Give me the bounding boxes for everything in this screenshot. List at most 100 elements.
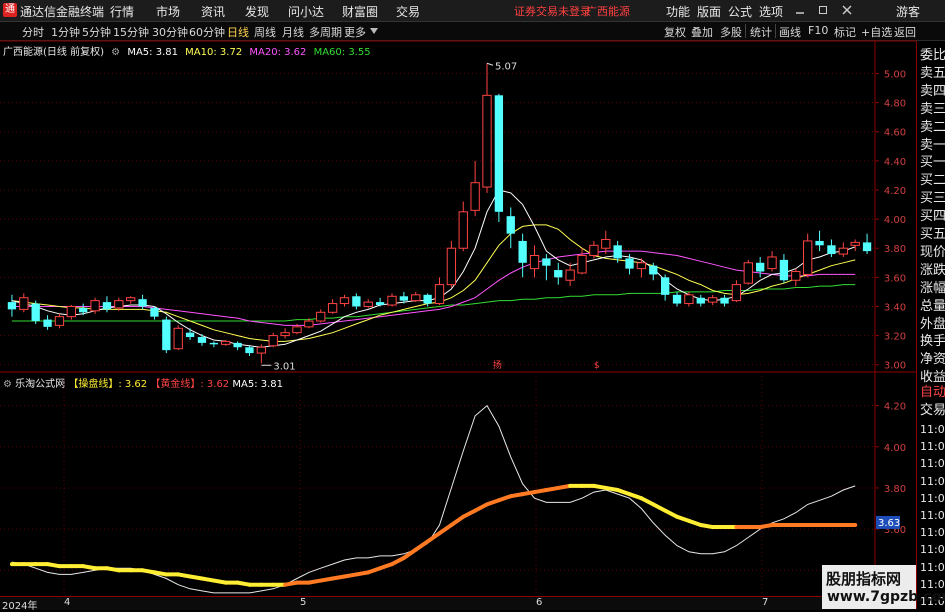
trade-time: 11:05: [920, 474, 945, 488]
candle-body: [838, 247, 848, 255]
candle-body: [399, 296, 409, 301]
gold-line-segment: [639, 496, 656, 507]
price-tick-label: 3.00: [884, 361, 906, 372]
candle-body: [292, 326, 302, 334]
quote-field-label: 卖五: [920, 65, 945, 81]
auto-trade-label[interactable]: 自动: [920, 384, 945, 401]
trade-time: 11:05: [920, 491, 945, 505]
quote-field-label: 净资: [920, 352, 945, 368]
quote-field-label: 委比: [920, 48, 945, 63]
quote-field-label: 外盘: [920, 316, 945, 332]
gold-line-segment: [389, 555, 406, 567]
trade-time: 11:05: [920, 526, 945, 540]
candle-body: [696, 297, 705, 304]
candle-body: [850, 241, 860, 246]
price-tick-label: 5.00: [884, 69, 906, 80]
candle-body: [375, 302, 385, 306]
candle-body: [731, 284, 742, 302]
date-month-label: 5: [300, 597, 307, 608]
site-watermark: 股朋指标网 www.7gpzb.com: [822, 565, 945, 609]
candle-body: [19, 297, 29, 310]
trade-time: 11:05: [920, 560, 945, 574]
candle-body: [411, 294, 421, 302]
candle-body: [554, 270, 563, 278]
candle-body: [114, 300, 124, 309]
candle-body: [90, 300, 100, 312]
indicator-tick-label: 4.20: [884, 402, 906, 413]
candle-body: [31, 303, 40, 322]
candle-body: [327, 303, 338, 313]
candle-body: [7, 302, 17, 310]
quote-field-label: 买五: [920, 227, 945, 242]
candle-body: [221, 340, 231, 345]
candle-body: [102, 302, 112, 310]
quote-field-label: 总量: [920, 298, 945, 314]
candle-body: [684, 294, 694, 305]
candle-body: [43, 319, 52, 327]
candle-body: [434, 284, 445, 305]
candle-body: [245, 347, 254, 354]
trade-label[interactable]: 交易: [920, 402, 945, 419]
quote-field-label: 卖一: [920, 137, 945, 153]
ma10-line: [11, 224, 856, 342]
date-month-label: 6: [536, 597, 543, 608]
price-tick-label: 3.40: [884, 302, 906, 313]
candle-body: [352, 296, 361, 307]
candle-body: [482, 94, 492, 188]
candle-body: [316, 311, 326, 322]
candle-body: [79, 307, 88, 313]
candle-body: [280, 332, 290, 337]
gold-line-segment: [401, 547, 418, 560]
candle-body: [815, 240, 824, 246]
trade-time: 11:05: [920, 509, 945, 522]
candle-body: [197, 337, 207, 343]
candle-body: [304, 320, 314, 328]
candle-body: [470, 182, 480, 211]
candle-body: [756, 262, 765, 272]
trade-time: 11:05: [920, 423, 945, 436]
gold-line-segment: [651, 502, 668, 513]
watermark-url: www.7gpzb.com: [827, 589, 945, 605]
watermark-title: 股朋指标网: [826, 570, 902, 588]
candle-body: [649, 265, 658, 275]
gold-line-segment: [473, 502, 490, 513]
price-tick-label: 4.00: [884, 215, 906, 226]
indicator-tick-label: 4.00: [884, 443, 906, 454]
candle-body: [862, 242, 872, 252]
candle-body: [636, 262, 647, 270]
candle-body: [387, 295, 397, 306]
high-marker: [486, 62, 494, 66]
gold-line-segment: [663, 508, 680, 519]
candle-body: [601, 238, 611, 249]
candle-body: [363, 301, 373, 307]
candle-body: [542, 258, 551, 266]
candle-body: [613, 245, 622, 259]
kline-chart[interactable]: 5.00 4.80 4.60 4.40 4.20 4.00 3.80 3.60 3.40 3.20…: [0, 0, 916, 596]
candle-body: [173, 327, 183, 350]
low-label: 3.01: [273, 361, 295, 372]
indicator-tick-label: 3.80: [884, 484, 906, 495]
price-tick-label: 4.80: [884, 99, 906, 110]
candle-body: [518, 240, 527, 263]
candle-body: [162, 319, 171, 351]
quote-field-label: 买三: [920, 191, 945, 207]
trade-time: 11:05: [920, 543, 945, 557]
quote-field-label: 换手: [920, 334, 945, 350]
event-tag: 扬: [493, 359, 502, 371]
date-month-label: 7: [762, 597, 769, 608]
ma20-line: [11, 250, 856, 326]
candle-body: [589, 244, 599, 257]
price-tick-label: 4.40: [884, 157, 906, 168]
candle-body: [494, 95, 504, 212]
candle-body: [339, 297, 350, 305]
quote-field-label: 买四: [920, 209, 945, 225]
candle-body: [209, 342, 218, 345]
candle-body: [233, 342, 242, 348]
candle-body: [661, 277, 670, 295]
candle-body: [185, 332, 195, 338]
date-axis: 2024年 4 5 6 7: [0, 596, 916, 612]
price-tick-label: 3.80: [884, 244, 906, 255]
candle-body: [720, 297, 729, 304]
quote-field-label: 卖四: [920, 83, 945, 99]
price-tick-label: 4.60: [884, 128, 906, 139]
